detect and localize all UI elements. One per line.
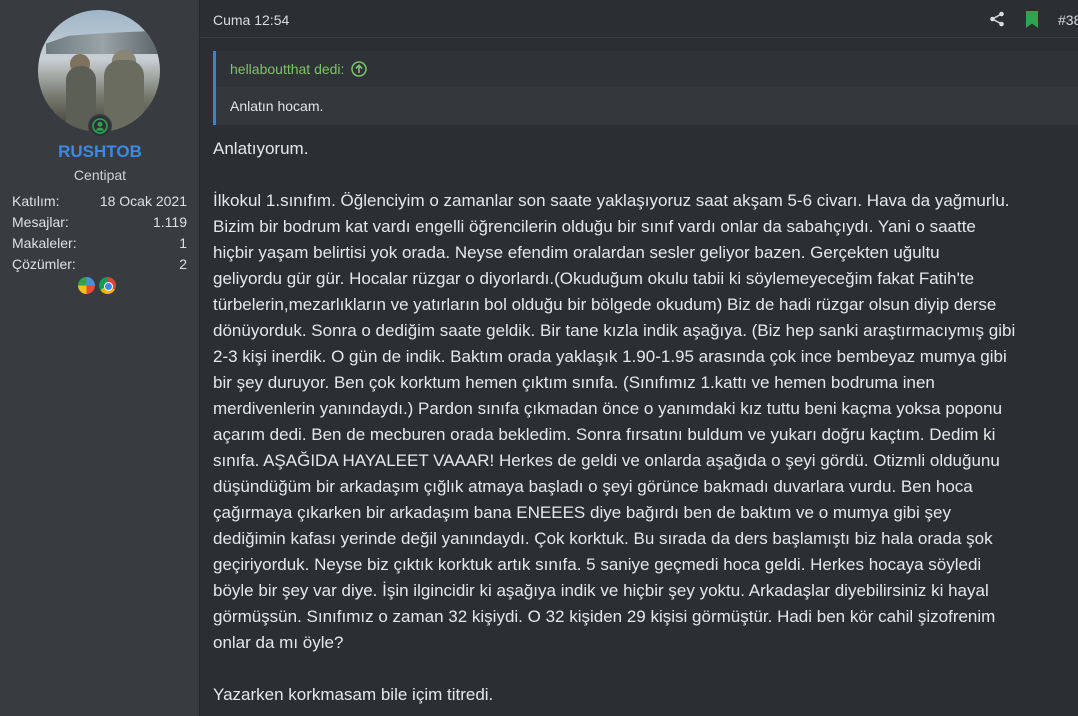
message-line: dediğimin kafası yerinde değil yanındayd…	[213, 529, 993, 548]
quote-author[interactable]: hellaboutthat dedi:	[230, 61, 344, 77]
arrow-up-circle-icon[interactable]	[351, 61, 368, 77]
stat-value[interactable]: 2	[179, 254, 187, 275]
message-line: böyle bir şey var diye. İşin ilgincidir …	[213, 581, 989, 600]
message-line: açarım dedi. Ben de mecburen orada bekle…	[213, 425, 996, 444]
stat-value[interactable]: 1.119	[153, 212, 187, 233]
post: Cuma 12:54 #38 hellaboutthat dedi: Anlat…	[200, 0, 1078, 716]
message-line: onlar da mı öyle?	[213, 633, 344, 652]
user-online-icon	[88, 114, 112, 138]
stat-row: Katılım: 18 Ocak 2021	[12, 191, 187, 212]
stat-row[interactable]: Makaleler: 1	[12, 233, 187, 254]
message-line: Anlatıyorum.	[213, 139, 309, 158]
trophy-icons	[78, 277, 116, 294]
quote-text: Anlatın hocam.	[216, 87, 1078, 125]
message-line: Bizim bir bodrum kat vardı engelli öğren…	[213, 217, 976, 236]
post-message: Anlatıyorum. İlkokul 1.sınıfım. Öğlenciyi…	[213, 136, 1078, 708]
message-line: bir şey duruyor. Ben çok korktum hemen ç…	[213, 373, 935, 392]
username-link[interactable]: RUSHTOB	[0, 142, 200, 162]
post-number-link[interactable]: #38	[1058, 12, 1078, 28]
message-line: çağırmaya çıkarken bir arkadaşım bana EN…	[213, 503, 951, 522]
message-line: İlkokul 1.sınıfım. Öğlenciyim o zamanlar…	[213, 191, 1010, 210]
avatar-wrapper	[38, 10, 160, 138]
chrome-trophy-icon[interactable]	[99, 277, 116, 294]
stat-label: Çözümler:	[12, 256, 76, 272]
user-column: RUSHTOB Centipat Katılım: 18 Ocak 2021 Me…	[0, 0, 200, 716]
message-line: hiçbir yaşam belirtisi yok orada. Neyse …	[213, 243, 940, 262]
stat-label: Makaleler:	[12, 235, 77, 251]
message-line: görmüşsün. Sınıfımız o zaman 32 kişiydi.…	[213, 607, 996, 626]
message-line: 2-3 kişi inerdik. O gün de indik. Baktım…	[213, 347, 1007, 366]
stat-value: 18 Ocak 2021	[99, 193, 187, 209]
quote-block: hellaboutthat dedi: Anlatın hocam.	[213, 51, 1078, 125]
stat-label: Mesajlar:	[12, 214, 69, 230]
message-line: geliyordu gür gür. Hocalar rüzgar o diyo…	[213, 269, 975, 288]
stat-value[interactable]: 1	[179, 233, 187, 254]
message-line: sınıfa. AŞAĞIDA HAYALEET VAAAR! Herkes d…	[213, 451, 1000, 470]
post-date-link[interactable]: Cuma 12:54	[213, 12, 289, 28]
stat-row[interactable]: Mesajlar: 1.119	[12, 212, 187, 233]
quote-header[interactable]: hellaboutthat dedi:	[216, 51, 1078, 87]
message-line: düşündüğüm bir arkadaşım çığlık atmaya b…	[213, 477, 973, 496]
windows-trophy-icon[interactable]	[78, 277, 95, 294]
message-line: merdivenlerin yanındaydı.) Pardon sınıfa…	[213, 399, 1003, 418]
user-stats: Katılım: 18 Ocak 2021 Mesajlar: 1.119 Maka…	[12, 191, 187, 275]
message-line: geçiriyorduk. Neyse biz çıktık korktuk a…	[213, 555, 982, 574]
message-line: türbelerin,mezarlıkların ve yatırların b…	[213, 295, 997, 314]
bookmark-icon[interactable]	[1025, 11, 1039, 28]
share-icon[interactable]	[989, 11, 1005, 27]
message-line: dönüyorduk. Sonra o dediğim saate geldik…	[213, 321, 1016, 340]
message-line: Yazarken korkmasam bile içim titredi.	[213, 685, 494, 704]
stat-row[interactable]: Çözümler: 2	[12, 254, 187, 275]
stat-label: Katılım:	[12, 193, 60, 209]
post-header: Cuma 12:54 #38	[200, 0, 1078, 38]
user-title: Centipat	[73, 167, 127, 183]
